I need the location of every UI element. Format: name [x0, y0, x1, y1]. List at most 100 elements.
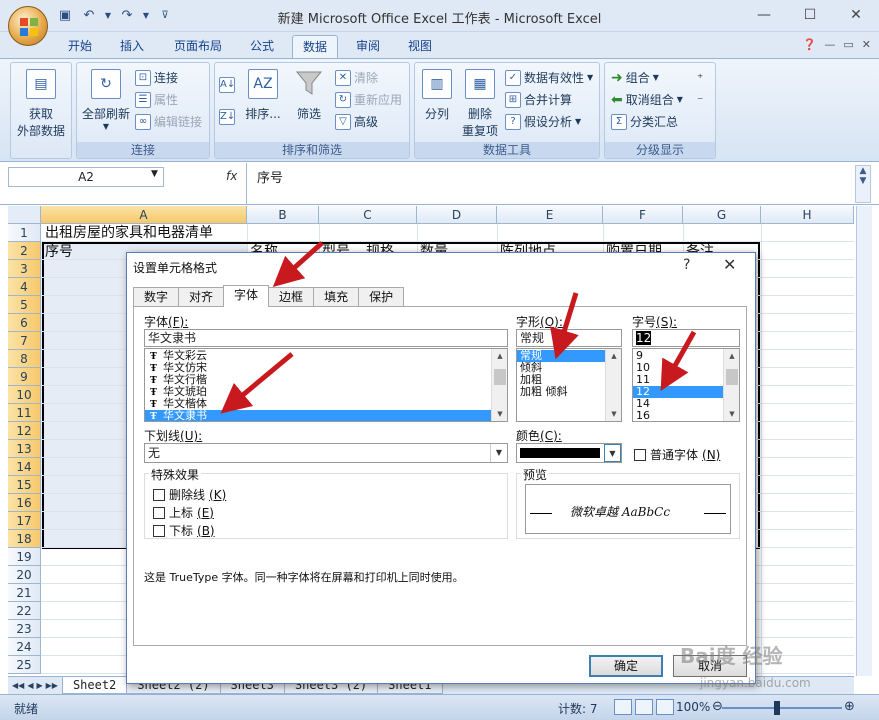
- maximize-button[interactable]: ☐: [787, 0, 833, 30]
- zoom-level[interactable]: 100%: [676, 700, 710, 714]
- row-header[interactable]: 16: [8, 494, 41, 512]
- font-style-input[interactable]: 常规: [516, 329, 622, 347]
- connections-button[interactable]: ⊡ 连接: [135, 69, 178, 86]
- what-if-button[interactable]: ? 假设分析 ▼: [505, 113, 581, 130]
- scroll-down-icon[interactable]: ▼: [724, 407, 739, 421]
- row-header[interactable]: 8: [8, 350, 41, 368]
- column-header-d[interactable]: D: [417, 206, 497, 224]
- scroll-down-icon[interactable]: ▼: [492, 407, 507, 421]
- tab-number[interactable]: 数字: [133, 287, 180, 307]
- cell-a1[interactable]: 出租房屋的家具和电器清单: [42, 224, 213, 242]
- tab-insert[interactable]: 插入: [110, 35, 154, 58]
- sheet-tab[interactable]: Sheet2: [61, 677, 128, 694]
- zoom-slider[interactable]: [722, 707, 842, 709]
- dialog-close-button[interactable]: ✕: [723, 255, 736, 274]
- ribbon-close-icon[interactable]: ✕: [862, 38, 871, 51]
- row-header[interactable]: 21: [8, 584, 41, 602]
- row-header[interactable]: 1: [8, 224, 41, 242]
- row-header[interactable]: 4: [8, 278, 41, 296]
- scroll-up-icon[interactable]: ▲: [606, 349, 621, 363]
- tab-home[interactable]: 开始: [58, 35, 102, 58]
- subscript-checkbox[interactable]: 下标 (B): [153, 522, 215, 539]
- get-external-data-button[interactable]: ▤ 获取 外部数据: [17, 69, 65, 139]
- close-button[interactable]: ✕: [833, 0, 879, 30]
- tab-alignment[interactable]: 对齐: [178, 287, 225, 307]
- prev-sheet-icon[interactable]: ◀: [27, 681, 33, 690]
- scroll-down-icon[interactable]: ▼: [606, 407, 621, 421]
- row-header[interactable]: 12: [8, 422, 41, 440]
- sort-descending-button[interactable]: Z↓: [219, 109, 235, 125]
- row-header[interactable]: 19: [8, 548, 41, 566]
- ribbon-restore-icon[interactable]: ▭: [843, 38, 853, 51]
- subtotal-button[interactable]: Σ 分类汇总: [611, 113, 678, 130]
- row-header[interactable]: 10: [8, 386, 41, 404]
- next-sheet-icon[interactable]: ▶: [36, 681, 42, 690]
- column-header-b[interactable]: B: [247, 206, 319, 224]
- row-header[interactable]: 2: [8, 242, 41, 260]
- tab-protection[interactable]: 保护: [358, 287, 405, 307]
- filter-button[interactable]: 筛选: [291, 69, 327, 122]
- remove-duplicates-button[interactable]: ▦ 删除 重复项: [459, 69, 501, 139]
- font-list-scrollbar[interactable]: ▲ ▼: [491, 349, 507, 421]
- normal-view-icon[interactable]: [614, 699, 632, 715]
- tab-font[interactable]: 字体: [223, 285, 270, 307]
- ok-button[interactable]: 确定: [589, 655, 663, 677]
- name-box-dropdown-icon[interactable]: ▼: [151, 169, 158, 179]
- row-header[interactable]: 20: [8, 566, 41, 584]
- first-sheet-icon[interactable]: ◀◀: [12, 681, 24, 690]
- insert-function-icon[interactable]: fx: [226, 169, 237, 183]
- formula-input[interactable]: 序号: [246, 163, 854, 205]
- reapply-button[interactable]: ↻ 重新应用: [335, 91, 402, 108]
- tab-fill[interactable]: 填充: [313, 287, 360, 307]
- column-header-c[interactable]: C: [319, 206, 417, 224]
- font-style-listbox[interactable]: 常规 倾斜 加粗 加粗 倾斜 ▲ ▼: [516, 348, 622, 422]
- column-header-f[interactable]: F: [603, 206, 683, 224]
- font-name-input[interactable]: 华文隶书: [144, 329, 508, 347]
- underline-select[interactable]: 无 ▼: [144, 443, 508, 463]
- last-sheet-icon[interactable]: ▶▶: [46, 681, 58, 690]
- tab-formulas[interactable]: 公式: [240, 35, 284, 58]
- row-header[interactable]: 7: [8, 332, 41, 350]
- column-header-e[interactable]: E: [497, 206, 603, 224]
- tab-border[interactable]: 边框: [268, 287, 315, 307]
- column-header-a[interactable]: A: [41, 206, 247, 224]
- row-header[interactable]: 23: [8, 620, 41, 638]
- row-header[interactable]: 11: [8, 404, 41, 422]
- ribbon-minimize-icon[interactable]: —: [824, 38, 835, 51]
- tab-page-layout[interactable]: 页面布局: [164, 35, 232, 58]
- scroll-up-icon[interactable]: ▲: [492, 349, 507, 363]
- row-header[interactable]: 17: [8, 512, 41, 530]
- font-listbox[interactable]: Ŧ 华文彩云 Ŧ 华文仿宋 Ŧ 华文行楷 Ŧ 华文琥珀 Ŧ 华文楷体 Ŧ 华文隶书 ▲ ▼: [144, 348, 508, 422]
- select-all-corner[interactable]: [8, 206, 41, 224]
- data-validation-button[interactable]: ✓ 数据有效性 ▼: [505, 69, 593, 86]
- row-header[interactable]: 14: [8, 458, 41, 476]
- column-header-h[interactable]: H: [761, 206, 854, 224]
- sort-button[interactable]: AZ 排序...: [243, 69, 283, 122]
- group-button[interactable]: ➜ 组合 ▼: [611, 69, 659, 86]
- refresh-all-button[interactable]: ↻ 全部刷新 ▼: [79, 69, 133, 131]
- consolidate-button[interactable]: ⊞ 合并计算: [505, 91, 572, 108]
- advanced-filter-button[interactable]: ▽ 高级: [335, 113, 378, 130]
- row-header[interactable]: 13: [8, 440, 41, 458]
- help-icon[interactable]: ❓: [803, 38, 817, 51]
- superscript-checkbox[interactable]: 上标 (E): [153, 504, 214, 521]
- tab-view[interactable]: 视图: [398, 35, 442, 58]
- text-to-columns-button[interactable]: ▥ 分列: [419, 69, 455, 122]
- vertical-scrollbar[interactable]: [856, 206, 872, 676]
- font-size-listbox[interactable]: 9 10 11 12 14 16 ▲ ▼: [632, 348, 740, 422]
- dialog-help-button[interactable]: ?: [683, 257, 690, 273]
- minimize-button[interactable]: —: [741, 0, 787, 30]
- page-layout-view-icon[interactable]: [635, 699, 653, 715]
- normal-font-checkbox[interactable]: 普通字体 (N): [634, 446, 720, 463]
- tab-review[interactable]: 审阅: [346, 35, 390, 58]
- edit-links-button[interactable]: ∞ 编辑链接: [135, 113, 202, 130]
- row-header[interactable]: 6: [8, 314, 41, 332]
- row-header[interactable]: 24: [8, 638, 41, 656]
- ungroup-button[interactable]: ⬅ 取消组合 ▼: [611, 91, 683, 108]
- tab-data[interactable]: 数据: [292, 35, 339, 58]
- row-header[interactable]: 3: [8, 260, 41, 278]
- clear-filter-button[interactable]: ✕ 清除: [335, 69, 378, 86]
- size-list-scrollbar[interactable]: ▲ ▼: [723, 349, 739, 421]
- hide-detail-icon[interactable]: ⁻: [697, 93, 703, 107]
- font-size-input[interactable]: 12: [632, 329, 740, 347]
